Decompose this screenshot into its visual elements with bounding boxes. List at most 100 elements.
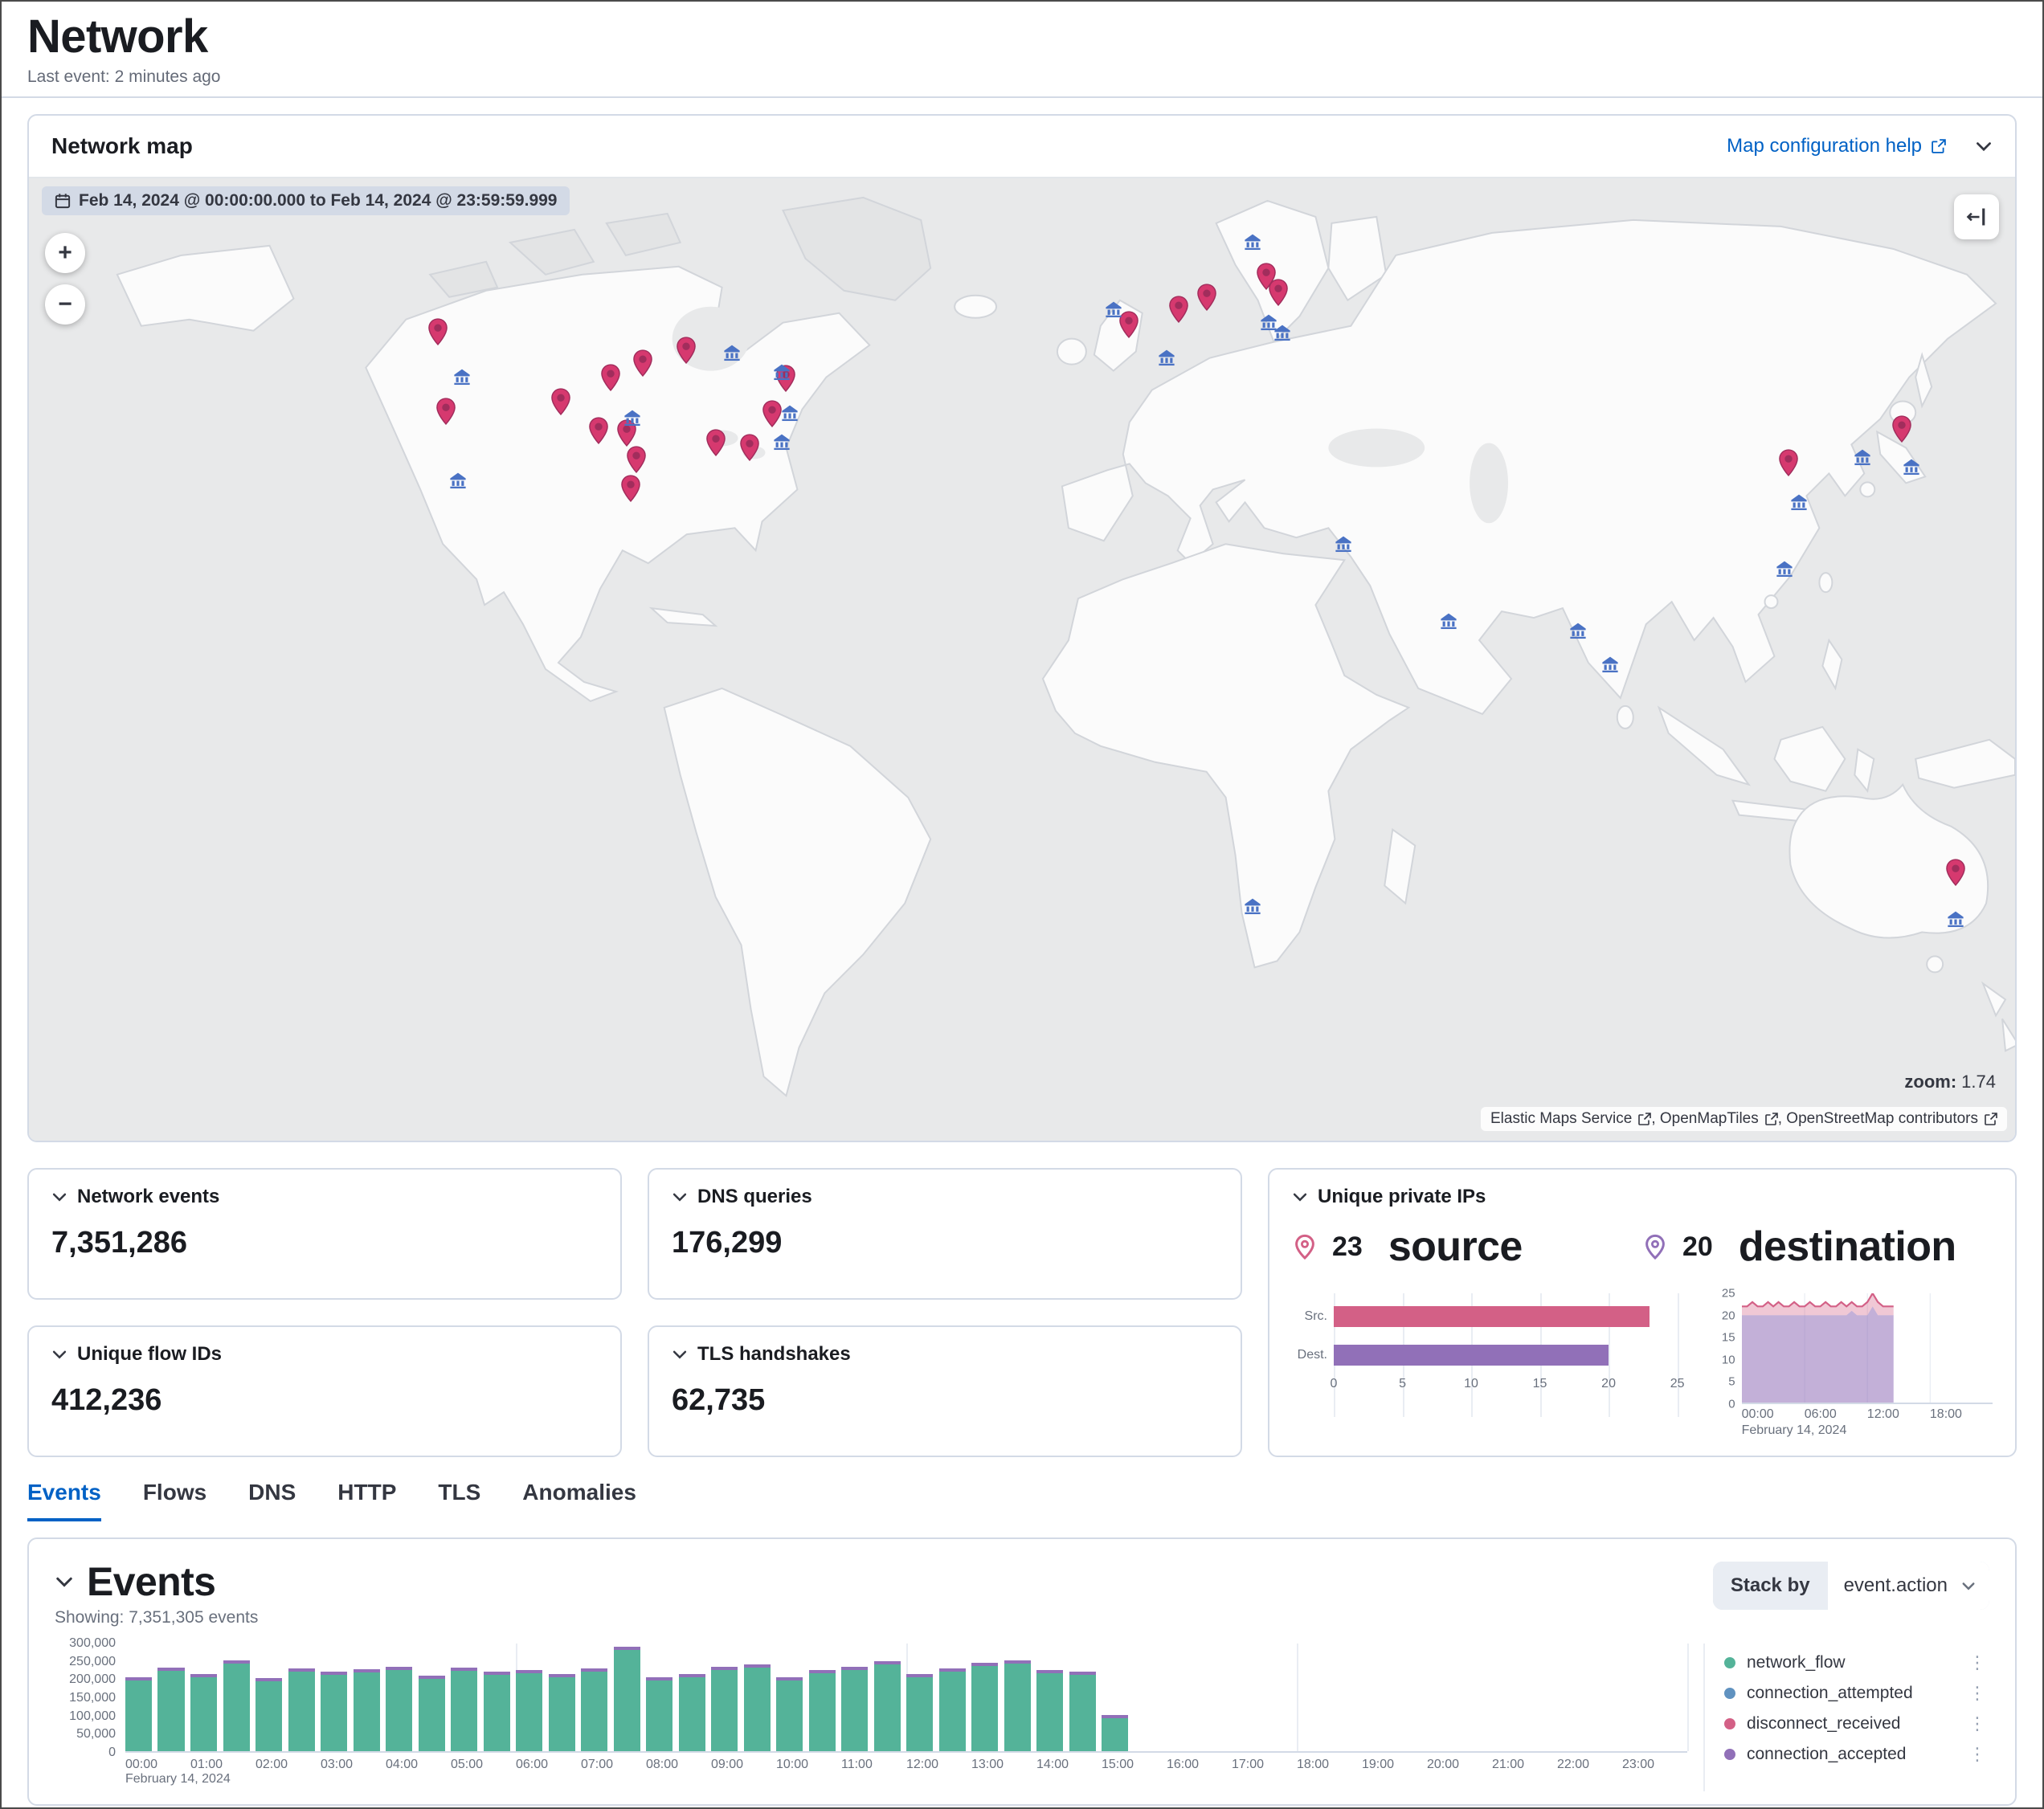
map-pin-marker[interactable] <box>435 398 456 425</box>
map-legend-toggle-button[interactable] <box>1954 194 1999 239</box>
map-host-marker[interactable] <box>623 409 641 427</box>
histogram-bar[interactable] <box>386 1667 412 1751</box>
map-date-range-badge[interactable]: Feb 14, 2024 @ 00:00:00.000 to Feb 14, 2… <box>42 186 570 215</box>
zoom-out-button[interactable]: − <box>45 284 85 325</box>
tab-events[interactable]: Events <box>27 1480 101 1521</box>
tab-http[interactable]: HTTP <box>337 1480 396 1521</box>
map-pin-marker[interactable] <box>550 388 571 415</box>
stack-by-select[interactable]: event.action <box>1828 1562 1989 1610</box>
map-host-marker[interactable] <box>1776 560 1793 578</box>
histogram-bar[interactable] <box>711 1667 738 1751</box>
legend-menu-icon[interactable]: ⋮ <box>1968 1654 1986 1672</box>
histogram-bar[interactable] <box>906 1674 933 1751</box>
map-pin-marker[interactable] <box>739 434 760 461</box>
map-pin-marker[interactable] <box>632 349 653 377</box>
map-pin-marker[interactable] <box>620 475 641 502</box>
map-host-marker[interactable] <box>723 344 741 361</box>
tab-dns[interactable]: DNS <box>248 1480 296 1521</box>
histogram-bar[interactable] <box>516 1670 542 1751</box>
map-host-marker[interactable] <box>1440 612 1457 630</box>
map-host-marker[interactable] <box>1903 458 1920 476</box>
map-panel-collapse-button[interactable] <box>1975 137 1993 155</box>
stack-by-control[interactable]: Stack by event.action <box>1713 1562 1989 1610</box>
legend-menu-icon[interactable]: ⋮ <box>1968 1715 1986 1733</box>
legend-item-disconnect_received[interactable]: disconnect_received⋮ <box>1724 1711 1986 1737</box>
histogram-bar[interactable] <box>451 1668 477 1751</box>
map-host-marker[interactable] <box>1947 910 1964 928</box>
histogram-bar[interactable] <box>288 1668 315 1751</box>
map-pin-marker[interactable] <box>705 429 726 456</box>
map-pin-marker[interactable] <box>588 417 609 444</box>
histogram-bar[interactable] <box>744 1664 771 1751</box>
histogram-bar[interactable] <box>971 1663 998 1751</box>
tab-flows[interactable]: Flows <box>143 1480 206 1521</box>
network-map[interactable]: Feb 14, 2024 @ 00:00:00.000 to Feb 14, 2… <box>29 177 2015 1141</box>
chevron-down-icon[interactable] <box>1292 1189 1308 1205</box>
histogram-bar[interactable] <box>1069 1672 1096 1751</box>
map-pin-marker[interactable] <box>1778 449 1799 476</box>
bar[interactable] <box>1334 1345 1609 1366</box>
chevron-down-icon[interactable] <box>55 1572 74 1591</box>
legend-item-connection_attempted[interactable]: connection_attempted⋮ <box>1724 1680 1986 1706</box>
histogram-bar[interactable] <box>419 1676 445 1751</box>
histogram-bar[interactable] <box>776 1677 803 1751</box>
map-pin-marker[interactable] <box>676 337 697 364</box>
legend-menu-icon[interactable]: ⋮ <box>1968 1684 1986 1702</box>
map-host-marker[interactable] <box>453 368 471 386</box>
histogram-bar[interactable] <box>939 1668 966 1751</box>
histogram-bar[interactable] <box>1036 1670 1063 1751</box>
histogram-bar[interactable] <box>646 1677 672 1751</box>
map-host-marker[interactable] <box>773 433 791 451</box>
map-host-marker[interactable] <box>1105 300 1122 318</box>
map-pin-marker[interactable] <box>1168 296 1189 323</box>
legend-menu-icon[interactable]: ⋮ <box>1968 1746 1986 1763</box>
map-host-marker[interactable] <box>1244 233 1261 251</box>
bar[interactable] <box>1334 1306 1650 1327</box>
histogram-bar[interactable] <box>256 1678 282 1751</box>
map-host-marker[interactable] <box>1601 655 1619 673</box>
chevron-down-icon[interactable] <box>51 1346 67 1362</box>
map-pin-marker[interactable] <box>762 400 783 427</box>
histogram-bar[interactable] <box>549 1674 575 1751</box>
map-host-marker[interactable] <box>1273 324 1291 341</box>
map-pin-marker[interactable] <box>427 318 448 345</box>
map-pin-marker[interactable] <box>1891 415 1912 443</box>
tab-anomalies[interactable]: Anomalies <box>522 1480 636 1521</box>
histogram-bar[interactable] <box>809 1670 836 1751</box>
histogram-bar[interactable] <box>223 1660 250 1751</box>
map-pin-marker[interactable] <box>1268 279 1289 306</box>
map-host-marker[interactable] <box>1569 622 1587 639</box>
tab-tls[interactable]: TLS <box>438 1480 480 1521</box>
chevron-down-icon[interactable] <box>51 1189 67 1205</box>
map-host-marker[interactable] <box>1335 535 1352 553</box>
map-pin-marker[interactable] <box>1945 859 1966 886</box>
histogram-bar[interactable] <box>321 1672 347 1751</box>
map-host-marker[interactable] <box>773 363 791 381</box>
map-host-marker[interactable] <box>781 404 799 422</box>
zoom-in-button[interactable]: + <box>45 233 85 273</box>
histogram-bar[interactable] <box>125 1677 152 1751</box>
histogram-bar[interactable] <box>1102 1715 1128 1751</box>
histogram-bar[interactable] <box>1004 1660 1031 1751</box>
histogram-bar[interactable] <box>614 1647 640 1751</box>
histogram-bar[interactable] <box>190 1674 217 1751</box>
map-host-marker[interactable] <box>449 472 467 489</box>
attribution-link[interactable]: Elastic Maps Service <box>1490 1110 1651 1128</box>
histogram-bar[interactable] <box>484 1672 510 1751</box>
attribution-link[interactable]: , OpenMapTiles <box>1651 1110 1777 1128</box>
histogram-bar[interactable] <box>874 1661 901 1751</box>
map-pin-marker[interactable] <box>626 446 647 473</box>
map-configuration-help-link[interactable]: Map configuration help <box>1727 135 1946 157</box>
histogram-bar[interactable] <box>354 1669 380 1751</box>
map-pin-marker[interactable] <box>1196 284 1217 311</box>
attribution-link[interactable]: , OpenStreetMap contributors <box>1778 1110 1997 1128</box>
map-host-marker[interactable] <box>1790 493 1808 511</box>
histogram-bar[interactable] <box>841 1667 868 1751</box>
map-host-marker[interactable] <box>1158 349 1175 366</box>
legend-item-connection_accepted[interactable]: connection_accepted⋮ <box>1724 1742 1986 1767</box>
map-pin-marker[interactable] <box>600 364 621 391</box>
map-host-marker[interactable] <box>1244 897 1261 915</box>
histogram-bar[interactable] <box>157 1668 184 1751</box>
map-host-marker[interactable] <box>1854 448 1871 466</box>
histogram-bar[interactable] <box>679 1674 705 1751</box>
